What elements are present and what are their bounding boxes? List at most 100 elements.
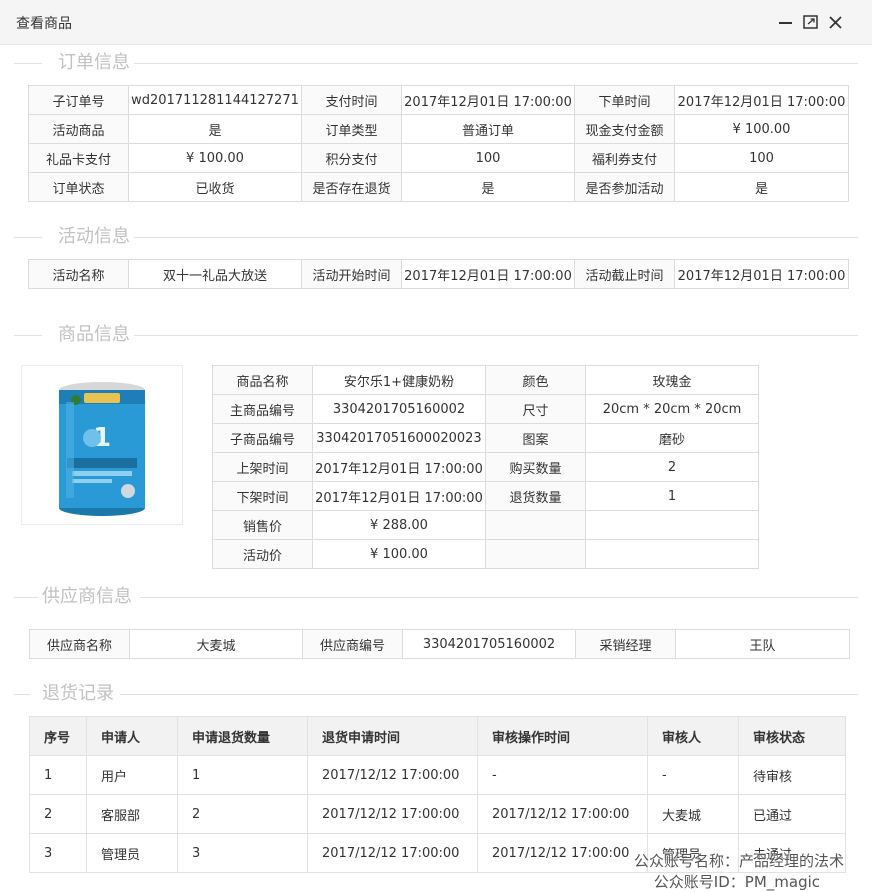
field-value: 玫瑰金 <box>585 365 759 395</box>
product-info-row: 下架时间 2017年12月01日 17:00:00 退货数量 1 <box>212 481 759 511</box>
table-cell: 3 <box>29 833 87 873</box>
field-label: 子商品编号 <box>212 423 313 453</box>
column-header: 审核状态 <box>738 716 846 756</box>
supplier-info-row: 供应商名称 大麦城 供应商编号 3304201705160002 采销经理 王队 <box>29 629 850 659</box>
table-cell: 2017/12/12 17:00:00 <box>477 833 648 873</box>
field-value: wd201711281144127271 <box>128 85 302 115</box>
field-value: 王队 <box>675 629 850 659</box>
field-label <box>485 510 586 540</box>
table-cell: 用户 <box>86 755 178 795</box>
field-value: 双十一礼品大放送 <box>128 259 302 289</box>
field-label: 图案 <box>485 423 586 453</box>
watermark-line-1: 公众账号名称：产品经理的法术 <box>633 852 844 870</box>
section-title: 订单信息 <box>54 52 134 74</box>
table-cell: 1 <box>177 755 308 795</box>
field-value: 20cm * 20cm * 20cm <box>585 394 759 424</box>
field-value: 2017年12月01日 17:00:00 <box>312 452 486 482</box>
field-label: 是否参加活动 <box>574 172 675 202</box>
field-value: 是 <box>128 114 302 144</box>
field-value: 是 <box>674 172 849 202</box>
field-value: ¥ 288.00 <box>312 510 486 540</box>
field-label: 上架时间 <box>212 452 313 482</box>
field-label: 供应商名称 <box>29 629 130 659</box>
activity-info-table: 活动名称 双十一礼品大放送 活动开始时间 2017年12月01日 17:00:00 活动… <box>28 259 849 289</box>
section-return-records: 退货记录 <box>14 683 858 705</box>
activity-info-row: 活动名称 双十一礼品大放送 活动开始时间 2017年12月01日 17:00:00 活动… <box>28 259 849 289</box>
section-order-info: 订单信息 <box>14 52 858 74</box>
product-info-row: 主商品编号 3304201705160002 尺寸 20cm * 20cm * 20c… <box>212 394 759 424</box>
field-value: ¥ 100.00 <box>674 114 849 144</box>
minimize-icon[interactable] <box>777 12 795 32</box>
table-cell: 3 <box>177 833 308 873</box>
section-title: 退货记录 <box>38 683 118 705</box>
field-value: 普通订单 <box>401 114 575 144</box>
supplier-info-table: 供应商名称 大麦城 供应商编号 3304201705160002 采销经理 王队 <box>29 629 850 659</box>
field-label: 支付时间 <box>301 85 402 115</box>
column-header: 申请退货数量 <box>177 716 308 756</box>
field-label: 福利券支付 <box>574 143 675 173</box>
field-value: 1 <box>585 481 759 511</box>
field-value: 大麦城 <box>129 629 303 659</box>
table-cell: - <box>647 755 739 795</box>
field-label: 活动截止时间 <box>574 259 675 289</box>
field-label: 下单时间 <box>574 85 675 115</box>
field-label: 活动名称 <box>28 259 129 289</box>
field-value: ¥ 100.00 <box>312 539 486 569</box>
section-title: 商品信息 <box>54 324 134 346</box>
table-cell: 1 <box>29 755 87 795</box>
table-cell: 管理员 <box>86 833 178 873</box>
column-header: 申请人 <box>86 716 178 756</box>
window-titlebar: 查看商品 <box>0 0 872 45</box>
table-cell: 待审核 <box>738 755 846 795</box>
order-info-row: 礼品卡支付 ¥ 100.00 积分支付 100 福利券支付 100 <box>28 143 849 173</box>
field-value: 100 <box>674 143 849 173</box>
watermark-line-2: 公众账号ID：PM_magic <box>653 873 820 891</box>
field-value <box>585 539 759 569</box>
field-label: 商品名称 <box>212 365 313 395</box>
product-info-row: 销售价 ¥ 288.00 <box>212 510 759 540</box>
field-label <box>485 539 586 569</box>
column-header: 审核人 <box>647 716 739 756</box>
field-value: 2017年12月01日 17:00:00 <box>674 85 849 115</box>
order-info-row: 子订单号 wd201711281144127271 支付时间 2017年12月01日 … <box>28 85 849 115</box>
field-value: 3304201705160002 <box>312 394 486 424</box>
column-header: 序号 <box>29 716 87 756</box>
field-label: 是否存在退货 <box>301 172 402 202</box>
table-cell: 2017/12/12 17:00:00 <box>307 755 478 795</box>
field-label: 礼品卡支付 <box>28 143 129 173</box>
section-title: 活动信息 <box>54 226 134 248</box>
field-value: 33042017051600020023 <box>312 423 486 453</box>
field-label: 活动商品 <box>28 114 129 144</box>
field-value: 2017年12月01日 17:00:00 <box>401 85 575 115</box>
table-cell: 大麦城 <box>647 794 739 834</box>
field-value: 已收货 <box>128 172 302 202</box>
table-cell: 2 <box>29 794 87 834</box>
field-label: 订单类型 <box>301 114 402 144</box>
field-label: 颜色 <box>485 365 586 395</box>
field-label: 尺寸 <box>485 394 586 424</box>
table-cell: 2017/12/12 17:00:00 <box>477 794 648 834</box>
field-label: 订单状态 <box>28 172 129 202</box>
maximize-icon[interactable] <box>802 12 820 32</box>
product-info-table: 商品名称 安尔乐1+健康奶粉 颜色 玫瑰金 主商品编号 3304201705160002 尺… <box>212 365 759 569</box>
field-value <box>585 510 759 540</box>
product-info-row: 上架时间 2017年12月01日 17:00:00 购买数量 2 <box>212 452 759 482</box>
section-activity-info: 活动信息 <box>14 226 858 248</box>
column-header: 退货申请时间 <box>307 716 478 756</box>
field-value: 2017年12月01日 17:00:00 <box>401 259 575 289</box>
field-label: 活动价 <box>212 539 313 569</box>
field-label: 主商品编号 <box>212 394 313 424</box>
table-cell: - <box>477 755 648 795</box>
table-cell: 2017/12/12 17:00:00 <box>307 794 478 834</box>
field-value: 3304201705160002 <box>402 629 576 659</box>
field-value: 磨砂 <box>585 423 759 453</box>
field-value: 2017年12月01日 17:00:00 <box>312 481 486 511</box>
window-title: 查看商品 <box>16 16 72 32</box>
section-supplier-info: 供应商信息 <box>14 586 858 608</box>
product-image: 1 <box>21 365 183 525</box>
order-info-table: 子订单号 wd201711281144127271 支付时间 2017年12月01日 … <box>28 85 849 202</box>
field-value: 2017年12月01日 17:00:00 <box>674 259 849 289</box>
field-label: 现金支付金额 <box>574 114 675 144</box>
close-icon[interactable] <box>827 12 845 32</box>
table-row: 1 用户 1 2017/12/12 17:00:00- - 待审核 <box>29 755 846 795</box>
